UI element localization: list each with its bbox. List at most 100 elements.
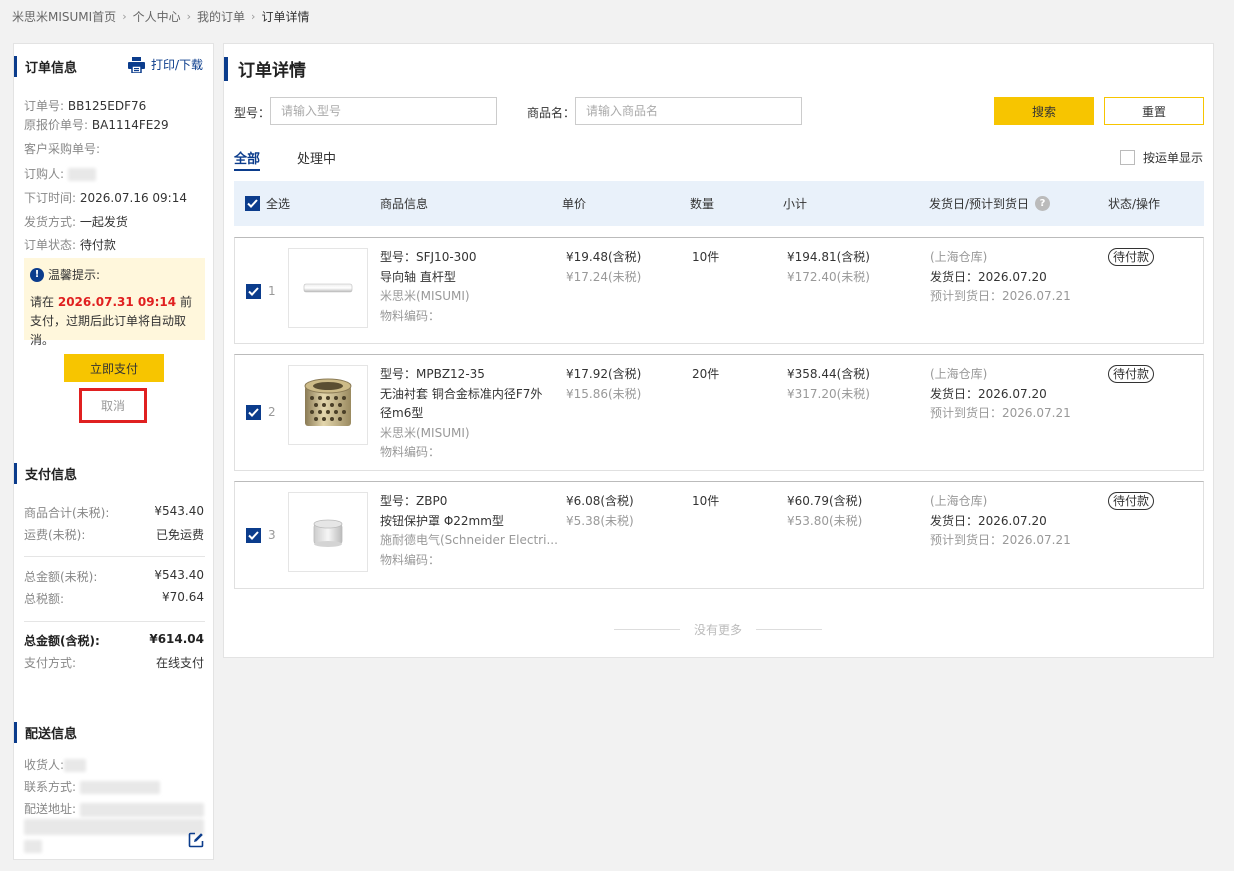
breadcrumb-current: 订单详情 (261, 10, 310, 24)
order-status-row: 订单状态: 待付款 (24, 236, 116, 253)
chevron-right-icon: › (122, 10, 127, 23)
order-time-row: 下订时间: 2026.07.16 09:14 (24, 189, 187, 206)
edit-icon[interactable] (188, 832, 204, 851)
info-icon: ! (30, 267, 44, 282)
header-price: 单价 (562, 197, 587, 211)
payment-method-row: 支付方式: 在线支付 (24, 654, 204, 671)
grand-total-row: 总金额(含税): ¥614.04 (24, 632, 204, 649)
cancel-order-button[interactable]: 取消 (79, 388, 147, 423)
product-info: 型号：ZBP0 按钮保护罩 Φ22mm型 施耐德电气(Schneider Ele… (380, 492, 558, 570)
ship-info: (上海仓库) 发货日：2026.07.20 预计到货日：2026.07.21 (930, 248, 1071, 307)
order-number-row: 订单号: BB125EDF76 (24, 97, 146, 114)
product-label: 商品名： (527, 106, 576, 120)
address-row-2 (24, 819, 204, 835)
delivery-info-title: 配送信息 (14, 722, 77, 743)
warehouse: (上海仓库) (930, 494, 988, 508)
table-row: 1 型号：SFJ10-300 导向轴 直杆型 米思米(MISUMI) 物料编码：… (234, 237, 1204, 344)
unit-price: ¥19.48(含税) ¥17.24(未税) (566, 248, 641, 287)
title-accent-bar (224, 56, 228, 81)
table-header: 全选 商品信息 单价 数量 小计 发货日/预计到货日 ? 状态/操作 (234, 181, 1204, 226)
arrival-date: 预计到货日：2026.07.21 (930, 406, 1071, 420)
model-label: 型号： (234, 106, 271, 120)
status-cell: 待付款 (1108, 492, 1155, 512)
freight-value: 已免运费 (155, 528, 204, 542)
divider (756, 629, 823, 630)
select-all[interactable]: 全选 (245, 195, 290, 212)
buyer-label: 订购人: (24, 167, 65, 181)
arrival-date: 预计到货日：2026.07.21 (930, 533, 1071, 547)
product-name: 按钮保护罩 Φ22mm型 (380, 513, 504, 528)
status-badge[interactable]: 待付款 (1108, 492, 1155, 510)
breadcrumb-orders-link[interactable]: 我的订单 (197, 8, 245, 25)
product-search-input[interactable] (575, 97, 802, 125)
product-image[interactable] (288, 492, 368, 572)
order-time-label: 下订时间: (24, 191, 77, 205)
grand-total-value: ¥614.04 (149, 632, 204, 646)
product-name: 导向轴 直杆型 (380, 269, 456, 284)
subtotal-with-tax: ¥358.44(含税) (787, 367, 870, 381)
subtotal-with-tax: ¥194.81(含税) (787, 250, 870, 264)
row-checkbox[interactable] (246, 284, 261, 299)
search-button[interactable]: 搜索 (994, 97, 1094, 125)
no-more-text: 没有更多 (694, 623, 743, 637)
subtotal-without-tax: ¥317.20(未税) (787, 386, 870, 401)
contact-redacted (79, 781, 160, 794)
order-info-title: 订单信息 (14, 56, 77, 77)
breadcrumb-personal-link[interactable]: 个人中心 (133, 8, 181, 25)
header-subtotal: 小计 (783, 197, 808, 211)
notice-text: 请在 2026.07.31 09:14 前支付，过期后此订单将自动取消。 (30, 293, 199, 350)
product-image[interactable] (288, 365, 368, 445)
ship-date: 发货日：2026.07.20 (930, 386, 1047, 401)
select-all-checkbox[interactable] (245, 196, 260, 211)
check-icon (248, 408, 259, 417)
order-number-label: 订单号: (24, 99, 65, 113)
order-time: 2026.07.16 09:14 (79, 191, 187, 205)
recipient-row: 收货人: (24, 756, 87, 773)
contact-label: 联系方式: (24, 780, 77, 794)
product-info: 型号：MPBZ12-35 无油衬套 铜合金标准内径F7外 径m6型 米思米(MI… (380, 365, 542, 463)
help-icon[interactable]: ? (1035, 196, 1051, 211)
tab-processing[interactable]: 处理中 (297, 148, 336, 167)
notice-text-before: 请在 (30, 295, 55, 309)
waybill-checkbox[interactable] (1120, 150, 1135, 165)
contact-row: 联系方式: (24, 778, 160, 795)
address-row: 配送地址: (24, 800, 204, 817)
check-icon (247, 199, 258, 208)
buyer-redacted (67, 168, 96, 181)
product-model[interactable]: 型号：SFJ10-300 (380, 248, 477, 268)
goods-total-label: 商品合计(未税): (24, 506, 110, 520)
row-checkbox[interactable] (246, 528, 261, 543)
check-icon (248, 531, 259, 540)
header-qty: 数量 (690, 197, 715, 211)
recipient-redacted (64, 759, 87, 772)
divider (24, 556, 205, 557)
quantity: 10件 (692, 250, 720, 264)
print-download-button[interactable]: 打印/下载 (128, 56, 203, 73)
product-image[interactable] (288, 248, 368, 328)
row-checkbox[interactable] (246, 405, 261, 420)
material-code: 物料编码： (380, 445, 441, 459)
breadcrumb-home-link[interactable]: 米思米MISUMI首页 (12, 8, 116, 25)
product-model[interactable]: 型号：MPBZ12-35 (380, 365, 542, 385)
header-ship-date-text: 发货日/预计到货日 (929, 197, 1030, 211)
ship-date: 发货日：2026.07.20 (930, 513, 1047, 528)
row-index: 1 (268, 284, 276, 298)
product-model[interactable]: 型号：ZBP0 (380, 492, 558, 512)
pay-now-button[interactable]: 立即支付 (64, 354, 164, 382)
model-search-input[interactable] (270, 97, 497, 125)
waybill-toggle[interactable]: 按运单显示 (1120, 149, 1203, 166)
page-title: 订单详情 (224, 56, 306, 81)
status-badge[interactable]: 待付款 (1108, 248, 1155, 266)
total-untaxed-value: ¥543.40 (154, 568, 204, 582)
address-row-3 (24, 839, 42, 853)
printer-icon (128, 56, 145, 73)
tab-all[interactable]: 全部 (234, 148, 261, 171)
check-icon (248, 287, 259, 296)
status-badge[interactable]: 待付款 (1108, 365, 1155, 383)
ship-date: 发货日：2026.07.20 (930, 269, 1047, 284)
order-info-title-text: 订单信息 (25, 61, 78, 76)
address-label: 配送地址: (24, 802, 77, 816)
subtotal-without-tax: ¥53.80(未税) (787, 513, 863, 528)
unit-price: ¥17.92(含税) ¥15.86(未税) (566, 365, 641, 404)
reset-button[interactable]: 重置 (1104, 97, 1204, 125)
